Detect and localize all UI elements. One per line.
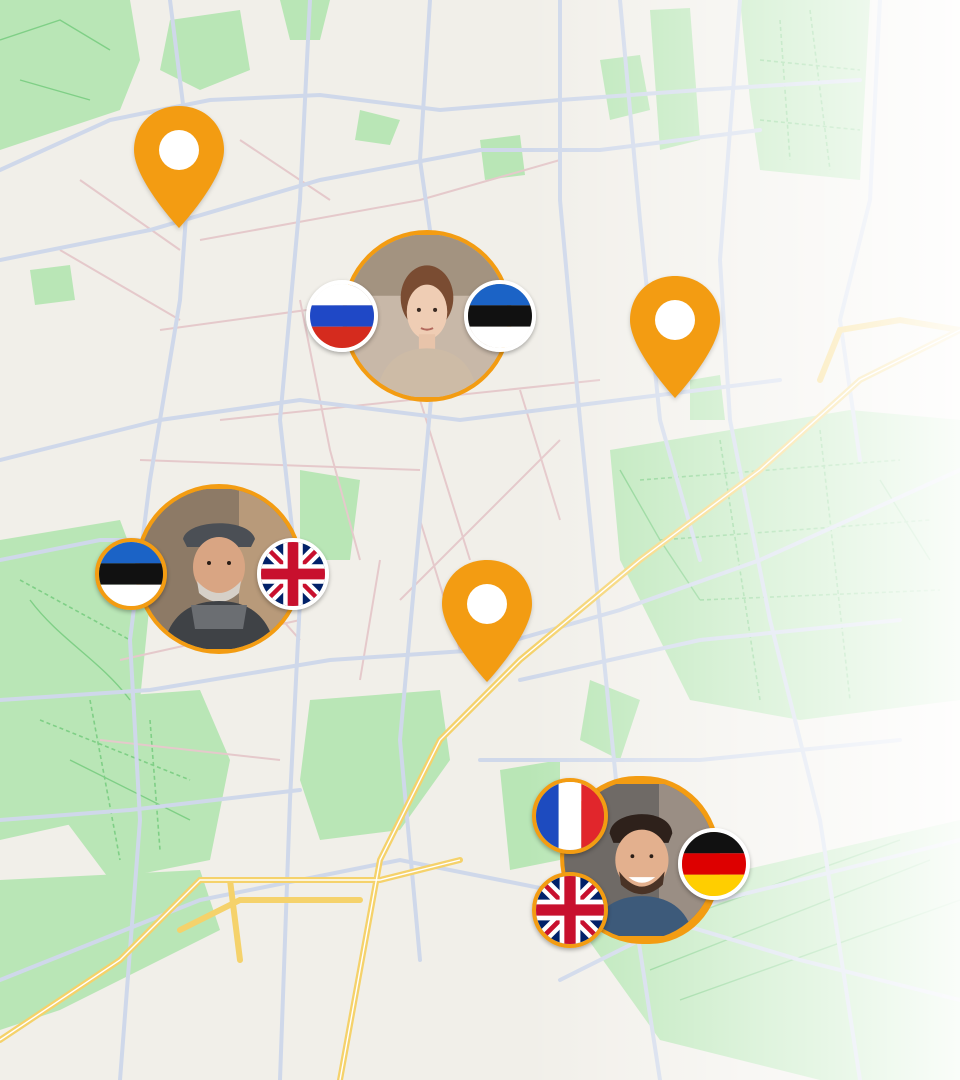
estonia-flag-icon bbox=[95, 538, 167, 610]
germany-flag-icon bbox=[678, 828, 750, 900]
location-pin-icon[interactable] bbox=[626, 272, 724, 402]
russia-flag-icon bbox=[306, 280, 378, 352]
map-view[interactable] bbox=[0, 0, 960, 1080]
location-pin-icon[interactable] bbox=[130, 102, 228, 232]
estonia-flag-icon bbox=[464, 280, 536, 352]
france-flag-icon bbox=[532, 778, 608, 854]
user-marker-young-man[interactable] bbox=[530, 774, 755, 950]
user-marker-woman[interactable] bbox=[300, 230, 540, 402]
user-marker-elderly-man[interactable] bbox=[95, 484, 335, 656]
united-kingdom-flag-icon bbox=[257, 538, 329, 610]
location-pin-icon[interactable] bbox=[438, 556, 536, 686]
united-kingdom-flag-icon bbox=[532, 872, 608, 948]
